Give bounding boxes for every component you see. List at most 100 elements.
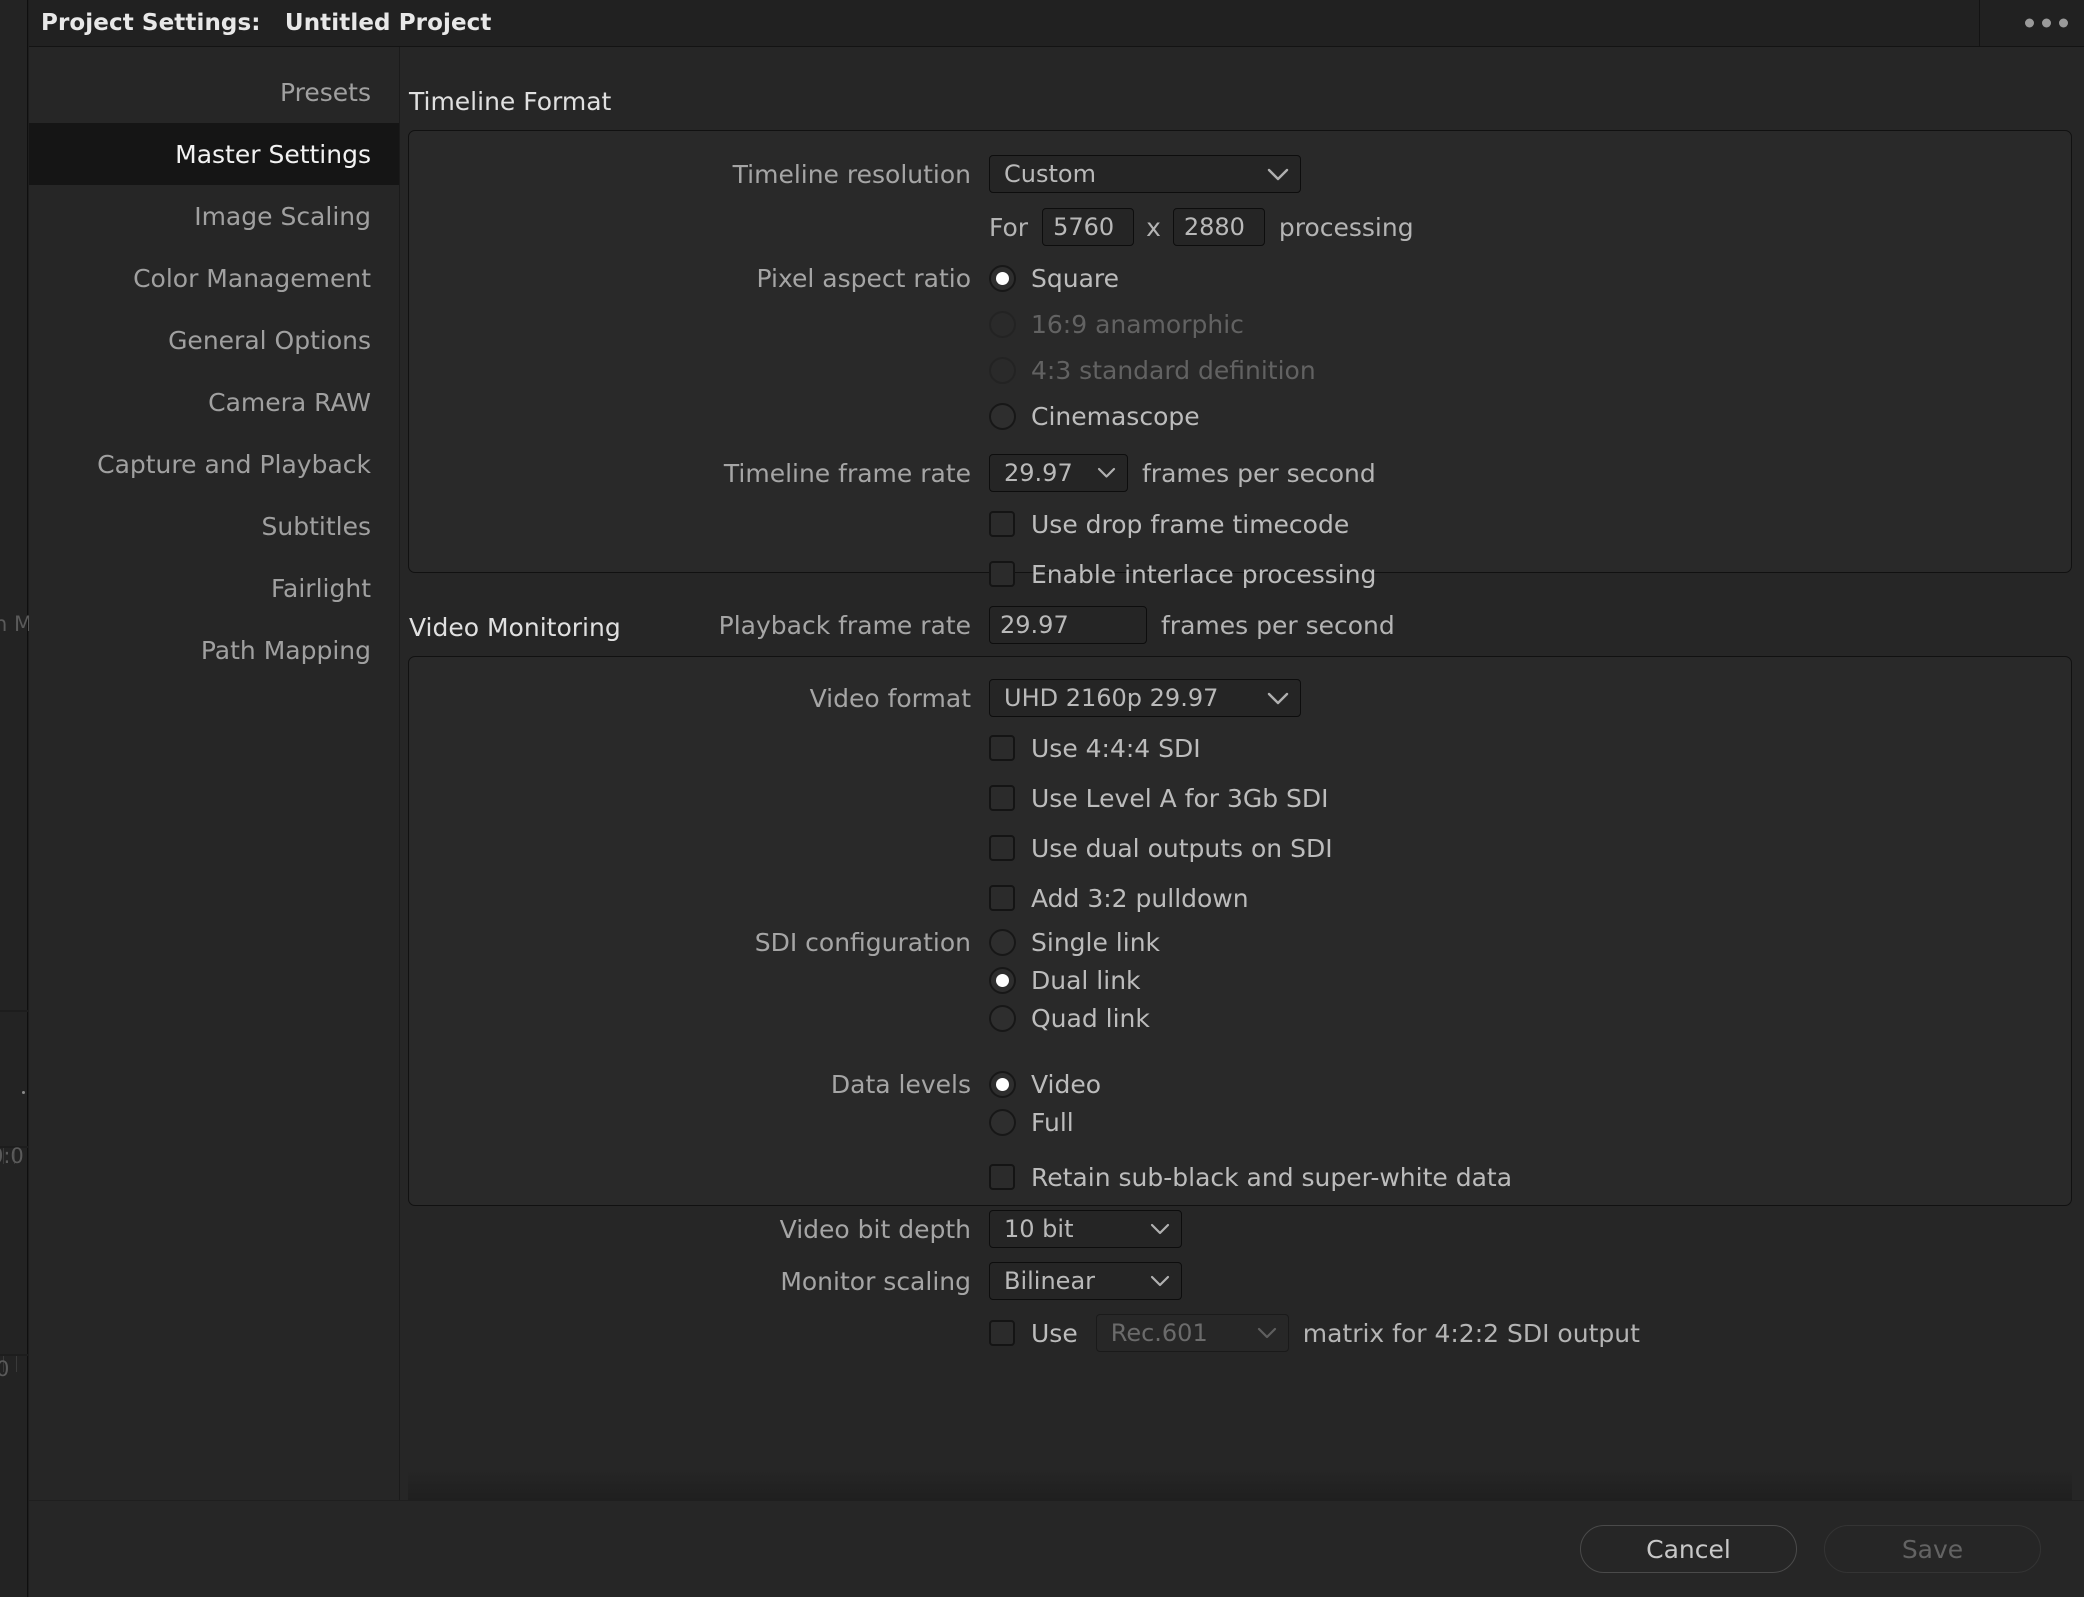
label-matrix-suffix: matrix for 4:2:2 SDI output: [1302, 1318, 1640, 1348]
radio-option-full[interactable]: Full: [989, 1103, 2071, 1141]
sidebar-item-fairlight[interactable]: Fairlight: [29, 557, 399, 619]
label-monitor-scaling: Monitor scaling: [780, 1266, 971, 1296]
radio-label-full: Full: [1031, 1107, 1074, 1137]
radio-option-single-link[interactable]: Single link: [989, 923, 1160, 961]
radio-cinemascope[interactable]: [989, 402, 1016, 430]
row-timeline-frame-rate: Timeline frame rate 29.97 frames per sec…: [409, 447, 2071, 499]
radio-label-quad-link: Quad link: [1031, 1003, 1150, 1033]
radio-label-video: Video: [1031, 1069, 1102, 1099]
video-bit-depth-select[interactable]: 10 bit: [989, 1210, 1182, 1248]
chevron-down-icon: [1267, 692, 1289, 705]
label-resolution-separator: x: [1146, 212, 1161, 242]
checkbox-enable-interlace-processing[interactable]: [989, 561, 1015, 587]
checkbox-label-use-drop-frame-timecode: Use drop frame timecode: [1031, 509, 1350, 539]
radio-dual-link[interactable]: [989, 966, 1016, 994]
section-title-timeline-format: Timeline Format: [409, 87, 612, 116]
dialog-body: Presets Master Settings Image Scaling Co…: [29, 47, 2084, 1500]
dialog-footer: Cancel Save: [29, 1500, 2084, 1597]
sidebar-item-subtitles[interactable]: Subtitles: [29, 495, 399, 557]
sidebar-item-camera-raw[interactable]: Camera RAW: [29, 371, 399, 433]
row-video-bit-depth: Video bit depth 10 bit: [409, 1203, 2071, 1255]
matrix-select: Rec.601: [1095, 1314, 1289, 1352]
row-matrix-for-422-sdi-output: Use Rec.601 matrix for 4:2:2 SDI output: [989, 1307, 2071, 1359]
label-use: Use: [1031, 1318, 1078, 1348]
sidebar-item-master-settings[interactable]: Master Settings: [29, 123, 399, 185]
custom-width-input[interactable]: 5760: [1042, 208, 1135, 246]
checkbox-use-matrix[interactable]: [989, 1320, 1015, 1346]
background-timecode-fragment: 0:0: [0, 1144, 24, 1168]
checkbox-add-32-pulldown[interactable]: [989, 885, 1015, 911]
sidebar-item-presets[interactable]: Presets: [29, 61, 399, 123]
radio-full[interactable]: [989, 1108, 1016, 1136]
radio-video[interactable]: [989, 1070, 1016, 1098]
radio-option-dual-link[interactable]: Dual link: [989, 961, 2071, 999]
checkbox-row-use-444-sdi[interactable]: Use 4:4:4 SDI: [989, 723, 2071, 773]
radio-option-cinemascope[interactable]: Cinemascope: [989, 393, 2071, 439]
radio-option-video[interactable]: Video: [989, 1065, 1101, 1103]
background-panel-lower: [0, 1356, 28, 1597]
checkbox-row-use-dual-outputs-on-sdi[interactable]: Use dual outputs on SDI: [989, 823, 2071, 873]
radio-quad-link[interactable]: [989, 1004, 1016, 1032]
radio-single-link[interactable]: [989, 928, 1016, 956]
checkbox-row-use-drop-frame-timecode[interactable]: Use drop frame timecode: [989, 499, 2071, 549]
chevron-down-icon: [1257, 1327, 1277, 1339]
radio-option-quad-link[interactable]: Quad link: [989, 999, 2071, 1037]
radio-label-dual-link: Dual link: [1031, 965, 1141, 995]
timeline-resolution-value: Custom: [1004, 160, 1096, 188]
background-text-fragment-top: n M: [0, 612, 33, 636]
sidebar-item-capture-and-playback[interactable]: Capture and Playback: [29, 433, 399, 495]
radio-label-cinemascope: Cinemascope: [1031, 401, 1200, 431]
custom-height-input[interactable]: 2880: [1172, 208, 1265, 246]
timeline-frame-rate-select[interactable]: 29.97: [989, 454, 1128, 492]
sidebar-item-general-options[interactable]: General Options: [29, 309, 399, 371]
label-timeline-resolution: Timeline resolution: [732, 159, 971, 189]
row-custom-resolution: For 5760 x 2880 processing: [409, 199, 2071, 255]
checkbox-use-drop-frame-timecode[interactable]: [989, 511, 1015, 537]
radio-square[interactable]: [989, 264, 1016, 292]
background-playhead-dot: [22, 1091, 25, 1094]
row-data-levels: Data levels Video: [409, 1065, 2071, 1103]
ellipsis-horizontal-icon[interactable]: [2019, 11, 2074, 36]
dialog-titlebar: Project Settings: Untitled Project: [29, 0, 2084, 47]
panel-video-monitoring: Video format UHD 2160p 29.97 Use 4:4:4 S…: [408, 656, 2072, 1352]
cancel-button[interactable]: Cancel: [1580, 1525, 1797, 1573]
checkbox-row-add-32-pulldown[interactable]: Add 3:2 pulldown: [989, 873, 2071, 923]
checkbox-retain-sub-black-and-super-white-data[interactable]: [989, 1164, 1015, 1190]
label-processing: processing: [1278, 212, 1414, 242]
playback-frame-rate-input[interactable]: 29.97: [989, 606, 1147, 644]
checkbox-use-444-sdi[interactable]: [989, 735, 1015, 761]
checkbox-row-use-level-a-for-3gb-sdi[interactable]: Use Level A for 3Gb SDI: [989, 773, 2071, 823]
checkbox-label-add-32-pulldown: Add 3:2 pulldown: [1031, 883, 1249, 913]
row-playback-frame-rate: Playback frame rate 29.97 frames per sec…: [409, 599, 2071, 651]
chevron-down-icon: [1150, 1275, 1170, 1287]
save-button[interactable]: Save: [1824, 1525, 2041, 1573]
timeline-resolution-select[interactable]: Custom: [989, 155, 1301, 193]
video-format-value: UHD 2160p 29.97: [1004, 684, 1219, 712]
label-data-levels: Data levels: [830, 1069, 971, 1099]
radio-label-square: Square: [1031, 263, 1120, 293]
timeline-frame-rate-value: 29.97: [1004, 459, 1073, 487]
label-timeline-frame-rate: Timeline frame rate: [723, 458, 971, 488]
row-sdi-configuration: SDI configuration Single link: [409, 923, 2071, 961]
row-video-format: Video format UHD 2160p 29.97: [409, 673, 2071, 723]
radio-option-square[interactable]: Square: [989, 255, 1119, 301]
settings-content-scroll[interactable]: Timeline Format Timeline resolution Cust…: [400, 47, 2084, 1500]
label-frames-per-second-timeline: frames per second: [1142, 458, 1376, 488]
checkbox-use-level-a-for-3gb-sdi[interactable]: [989, 785, 1015, 811]
sidebar-item-path-mapping[interactable]: Path Mapping: [29, 619, 399, 681]
scroll-fade-overlay: [408, 1470, 2072, 1500]
label-video-format: Video format: [809, 683, 971, 713]
sidebar-item-image-scaling[interactable]: Image Scaling: [29, 185, 399, 247]
radio-label-single-link: Single link: [1031, 927, 1161, 957]
label-playback-frame-rate: Playback frame rate: [718, 610, 971, 640]
checkbox-row-retain-sub-black[interactable]: Retain sub-black and super-white data: [989, 1151, 2071, 1203]
video-format-select[interactable]: UHD 2160p 29.97: [989, 679, 1301, 717]
chevron-down-icon: [1150, 1223, 1170, 1235]
checkbox-use-dual-outputs-on-sdi[interactable]: [989, 835, 1015, 861]
sidebar-item-color-management[interactable]: Color Management: [29, 247, 399, 309]
monitor-scaling-select[interactable]: Bilinear: [989, 1262, 1182, 1300]
checkbox-row-enable-interlace-processing[interactable]: Enable interlace processing: [989, 549, 2071, 599]
row-pixel-aspect-ratio: Pixel aspect ratio Square: [409, 255, 2071, 301]
dialog-title-project-name: Untitled Project: [284, 10, 492, 36]
panel-timeline-format: Timeline resolution Custom For 5760 x 28…: [408, 130, 2072, 644]
